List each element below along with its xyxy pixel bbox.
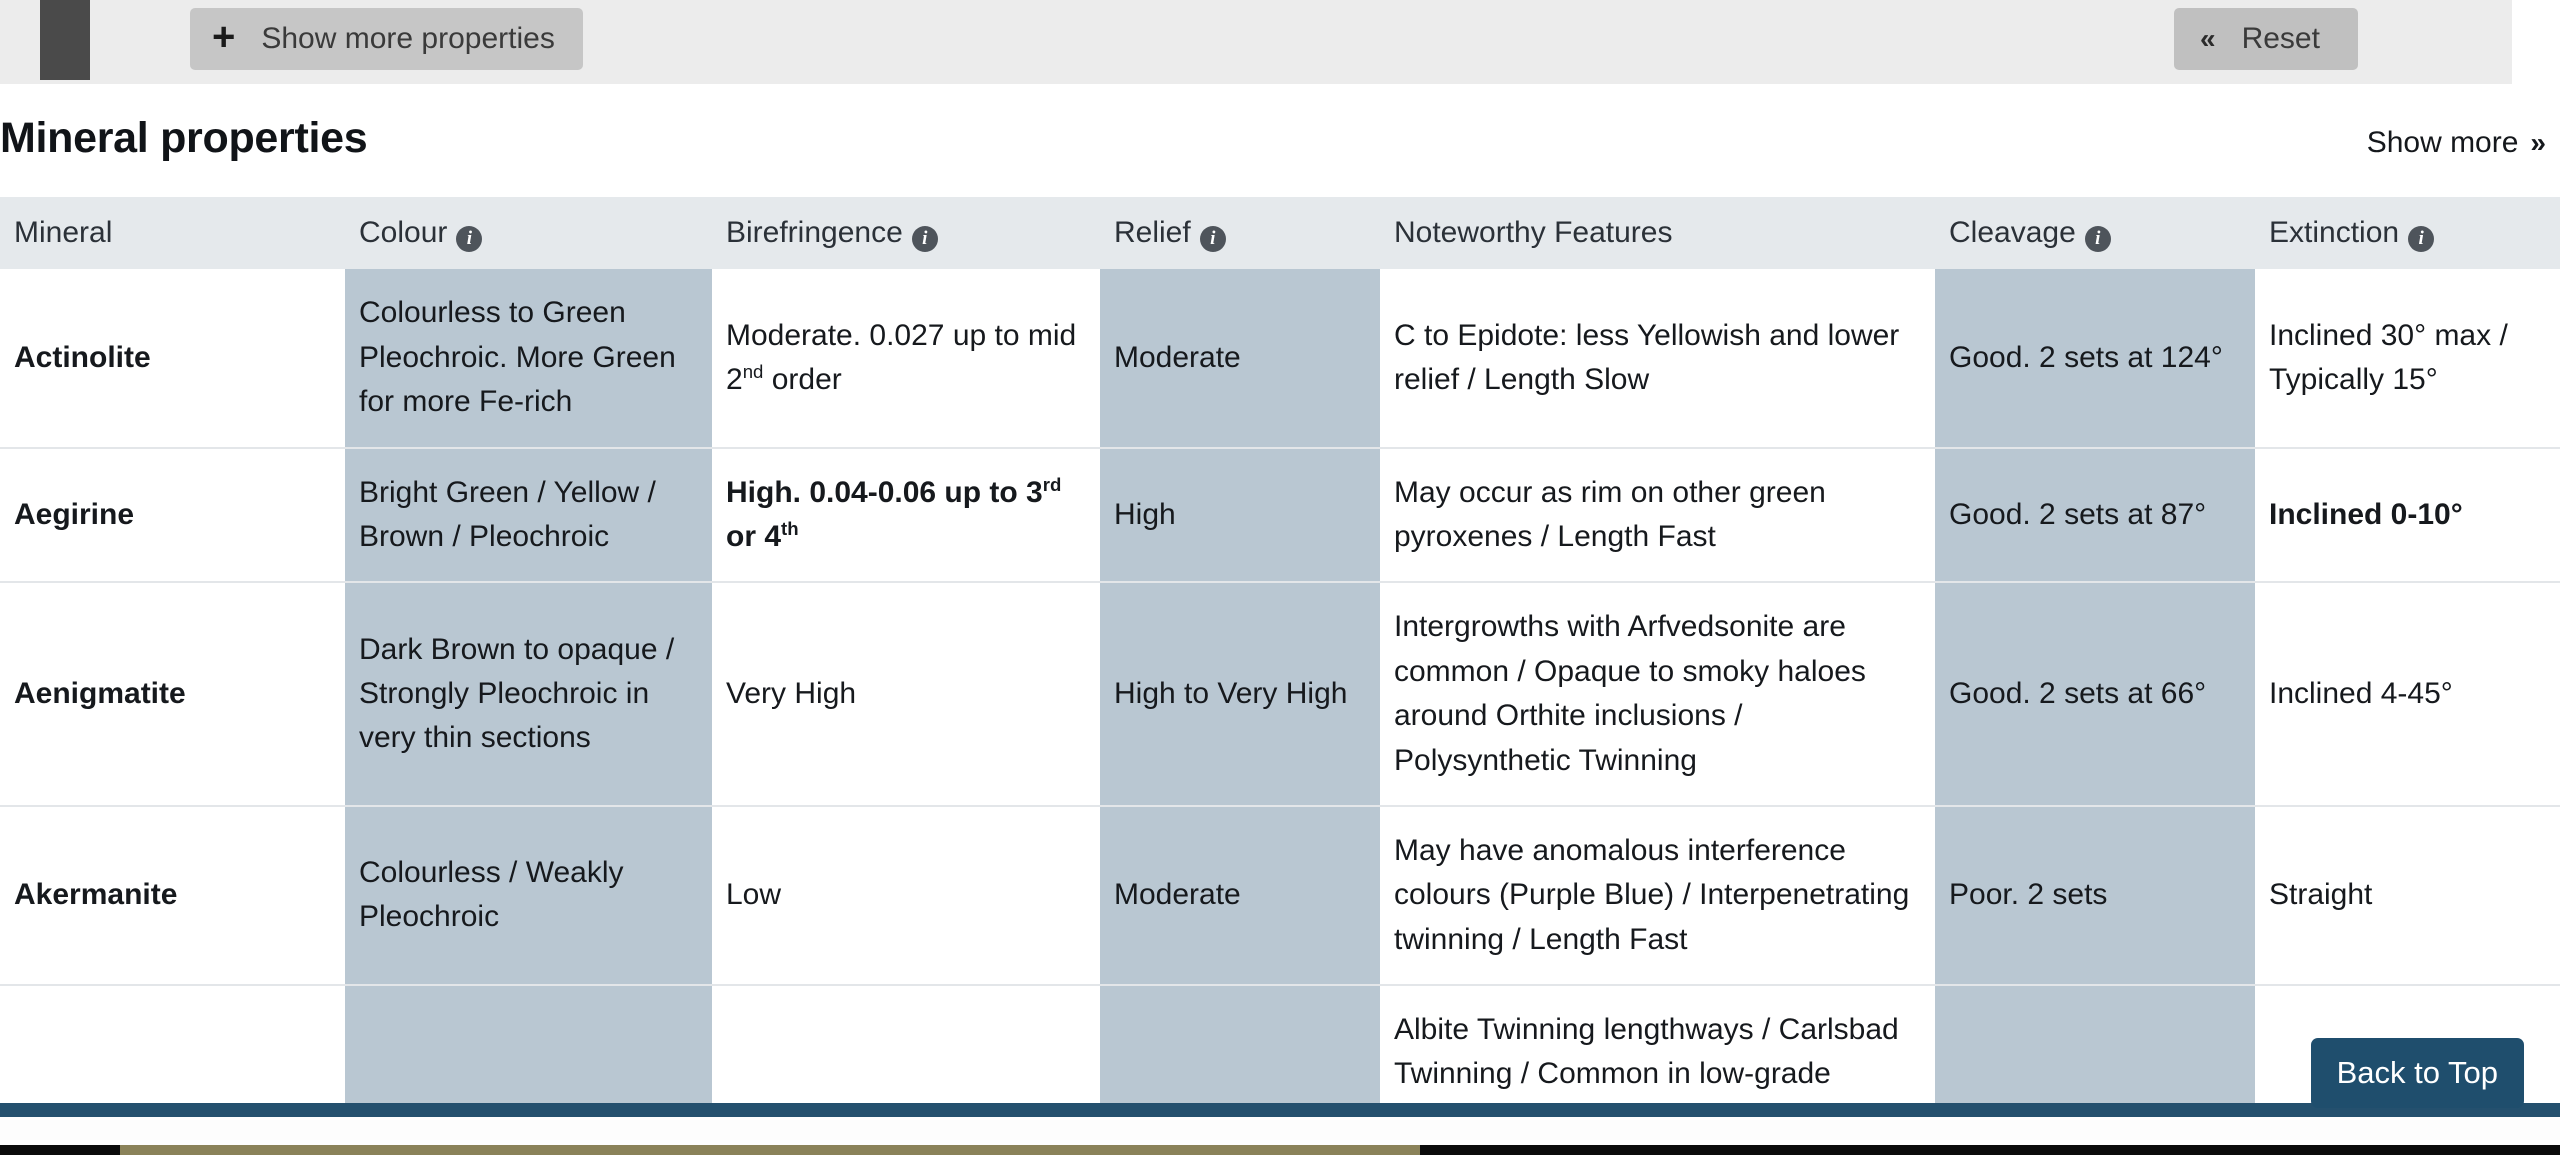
table-row[interactable]: Aenigmatite Dark Brown to opaque / Strong… (0, 582, 2560, 807)
cell-relief: High to Very High (1100, 582, 1380, 807)
column-header-label: Extinction (2269, 216, 2400, 249)
table-row[interactable]: Aegirine Bright Green / Yellow / Brown / … (0, 447, 2560, 584)
column-header-mineral[interactable]: Mineral (0, 197, 345, 270)
section-header: Mineral properties Show more » (0, 84, 2560, 197)
cell-relief (1100, 985, 1380, 1105)
show-more-properties-label: Show more properties (261, 22, 555, 55)
table-row[interactable]: Akermanite Colourless / Weakly Pleochroic… (0, 805, 2560, 987)
mineral-properties-table: Mineral Colour i Birefringence i Relief i N… (0, 197, 2560, 1105)
cell-mineral-name (0, 985, 345, 1105)
cell-cleavage: Good. 2 sets at 124° (1935, 269, 2255, 449)
column-header-noteworthy-features[interactable]: Noteworthy Features (1380, 197, 1935, 270)
cell-birefringence: Moderate. 0.027 up to mid 2nd order (712, 269, 1100, 449)
mineral-properties-table-container[interactable]: Mineral Colour i Birefringence i Relief i N… (0, 197, 2560, 1105)
table-header-row: Mineral Colour i Birefringence i Relief i N… (0, 197, 2560, 270)
cell-birefringence (712, 985, 1100, 1105)
show-more-link[interactable]: Show more » (2367, 126, 2546, 160)
cell-relief: High (1100, 447, 1380, 584)
reset-label: Reset (2241, 22, 2320, 55)
cell-noteworthy-features: Albite Twinning lengthways / Carlsbad Tw… (1380, 985, 1935, 1105)
plus-icon: + (212, 15, 236, 59)
collapsed-panel-tab[interactable] (40, 0, 90, 80)
reset-button[interactable]: « Reset (2174, 8, 2358, 70)
info-icon[interactable]: i (911, 225, 938, 252)
page-title: Mineral properties (0, 114, 368, 162)
double-chevron-right-icon: » (2530, 127, 2546, 158)
info-icon[interactable]: i (2408, 225, 2435, 252)
cell-cleavage: Poor. 2 sets (1935, 805, 2255, 987)
taskbar-sliver (120, 1145, 1420, 1155)
cell-extinction: Inclined 4-45° (2255, 582, 2560, 807)
double-chevron-left-icon: « (2200, 23, 2216, 54)
table-row[interactable]: Albite Twinning lengthways / Carlsbad Tw… (0, 985, 2560, 1105)
cell-cleavage (1935, 985, 2255, 1105)
column-header-extinction[interactable]: Extinction i (2255, 197, 2560, 270)
show-more-properties-button[interactable]: + Show more properties (190, 8, 583, 70)
cell-extinction: Straight (2255, 805, 2560, 987)
window-bottom-edge (0, 1145, 2560, 1155)
ordinal-superscript: th (781, 517, 799, 539)
column-header-label: Cleavage (1949, 216, 2076, 249)
cell-colour: Bright Green / Yellow / Brown / Pleochro… (345, 447, 712, 584)
info-icon[interactable]: i (1199, 225, 1226, 252)
cell-mineral-name: Aenigmatite (0, 582, 345, 807)
column-header-label: Mineral (14, 216, 113, 249)
table-body: Actinolite Colourless to Green Pleochroic… (0, 269, 2560, 1105)
show-more-label: Show more (2366, 126, 2519, 159)
cell-colour: Colourless to Green Pleochroic. More Gre… (345, 269, 712, 449)
back-to-top-button[interactable]: Back to Top (2310, 1038, 2524, 1108)
cell-colour (345, 985, 712, 1105)
table-row[interactable]: Actinolite Colourless to Green Pleochroic… (0, 269, 2560, 449)
info-icon[interactable]: i (2084, 225, 2111, 252)
cell-extinction: Inclined 30° max / Typically 15° (2255, 269, 2560, 449)
ordinal-superscript: nd (742, 360, 764, 382)
cell-birefringence: Low (712, 805, 1100, 987)
column-header-label: Noteworthy Features (1394, 216, 1673, 249)
info-icon[interactable]: i (456, 225, 483, 252)
cell-relief: Moderate (1100, 805, 1380, 987)
column-header-colour[interactable]: Colour i (345, 197, 712, 270)
column-header-relief[interactable]: Relief i (1100, 197, 1380, 270)
cell-cleavage: Good. 2 sets at 66° (1935, 582, 2255, 807)
cell-relief: Moderate (1100, 269, 1380, 449)
cell-noteworthy-features: C to Epidote: less Yellowish and lower r… (1380, 269, 1935, 449)
cell-mineral-name: Aegirine (0, 447, 345, 584)
cell-colour: Dark Brown to opaque / Strongly Pleochro… (345, 582, 712, 807)
cell-birefringence: High. 0.04-0.06 up to 3rd or 4th (712, 447, 1100, 584)
cell-extinction: Inclined 0-10° (2255, 447, 2560, 584)
cell-mineral-name: Akermanite (0, 805, 345, 987)
column-header-label: Colour (359, 216, 448, 249)
column-header-label: Relief (1114, 216, 1191, 249)
cell-birefringence: Very High (712, 582, 1100, 807)
cell-mineral-name: Actinolite (0, 269, 345, 449)
ordinal-superscript: rd (1042, 473, 1062, 495)
cell-cleavage: Good. 2 sets at 87° (1935, 447, 2255, 584)
top-toolbar: + Show more properties « Reset (0, 0, 2512, 84)
cell-noteworthy-features: Intergrowths with Arfvedsonite are commo… (1380, 582, 1935, 807)
column-header-cleavage[interactable]: Cleavage i (1935, 197, 2255, 270)
cell-noteworthy-features: May occur as rim on other green pyroxene… (1380, 447, 1935, 584)
footer-background (0, 1117, 2560, 1145)
column-header-label: Birefringence (726, 216, 903, 249)
cell-colour: Colourless / Weakly Pleochroic (345, 805, 712, 987)
column-header-birefringence[interactable]: Birefringence i (712, 197, 1100, 270)
footer-accent-bar (0, 1103, 2560, 1117)
cell-noteworthy-features: May have anomalous interference colours … (1380, 805, 1935, 987)
